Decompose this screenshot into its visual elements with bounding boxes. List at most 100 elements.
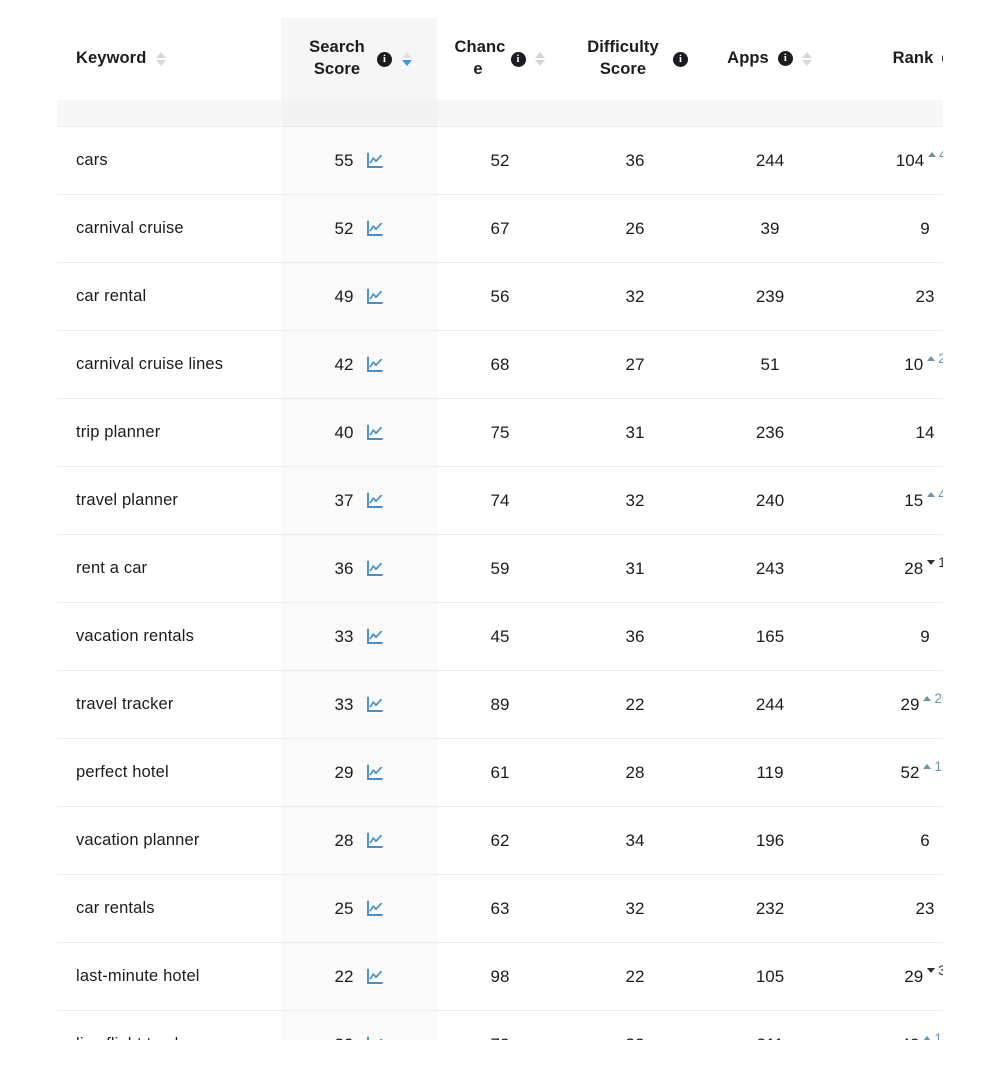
rank-value: 104 [895, 150, 925, 170]
column-header-search-score[interactable]: Search Score i [281, 18, 437, 100]
sparkline-chart-icon[interactable] [366, 356, 384, 373]
sparkline-chart-icon[interactable] [366, 220, 384, 237]
cell-keyword[interactable]: vacation planner [57, 806, 281, 875]
table-row[interactable]: perfect hotel 29 6128119 52 13 [57, 738, 943, 807]
caret-down-icon [535, 60, 545, 66]
info-icon-apps[interactable]: i [777, 51, 793, 67]
info-icon-rank[interactable]: i [942, 51, 943, 67]
search-score-value: 52 [334, 218, 354, 238]
filter-cell-apps[interactable] [707, 100, 833, 127]
sort-arrows-icon-apps[interactable] [802, 51, 813, 66]
cell-apps: 243 [707, 534, 833, 603]
table-row[interactable]: car rental 49 56 32 239 23 [57, 262, 943, 331]
cell-keyword[interactable]: trip planner [57, 398, 281, 467]
sparkline-chart-icon[interactable] [366, 900, 384, 917]
cell-keyword[interactable]: car rental [57, 262, 281, 331]
cell-rank: 10 2 [833, 330, 943, 399]
column-header-keyword[interactable]: Keyword [57, 18, 281, 100]
filter-cell-difficulty-score[interactable] [563, 100, 707, 127]
sparkline-chart-icon[interactable] [366, 424, 384, 441]
cell-search-score: 25 [281, 874, 437, 943]
cell-rank: 28 1 [833, 534, 943, 603]
sparkline-chart-icon[interactable] [366, 696, 384, 713]
cell-keyword[interactable]: cars [57, 126, 281, 195]
cell-chance: 74 [437, 466, 563, 535]
filter-cell-search-score[interactable] [281, 100, 437, 127]
info-icon-chance[interactable]: i [510, 51, 526, 67]
table-row[interactable]: live flight tracker 20 7232211 40 18 [57, 1010, 943, 1040]
search-score-value: 40 [334, 422, 354, 442]
column-header-apps[interactable]: Apps i [707, 18, 833, 100]
column-header-difficulty-score[interactable]: Difficulty Score i [563, 18, 707, 100]
cell-keyword[interactable]: live flight tracker [57, 1010, 281, 1040]
table-row[interactable]: cars 55 5236244 104 42 [57, 126, 943, 195]
sparkline-chart-icon[interactable] [366, 492, 384, 509]
rank-value: 14 [915, 422, 935, 442]
sparkline-chart-icon[interactable] [366, 628, 384, 645]
cell-difficulty: 31 [563, 534, 707, 603]
cell-keyword[interactable]: travel planner [57, 466, 281, 535]
rank-value: 23 [915, 286, 935, 306]
cell-keyword[interactable]: travel tracker [57, 670, 281, 739]
table-row[interactable]: last-minute hotel 22 98 22 105 29 3 [57, 942, 943, 1011]
sparkline-chart-icon[interactable] [366, 152, 384, 169]
cell-rank: 29 3 [833, 942, 943, 1011]
caret-up-icon [928, 151, 937, 157]
search-score-value: 33 [334, 694, 354, 714]
filter-cell-rank[interactable] [833, 100, 943, 127]
cell-chance: 68 [437, 330, 563, 399]
search-score-value: 36 [334, 558, 354, 578]
rank-delta-value: 2 [938, 350, 943, 366]
table-scroll-viewport[interactable]: Keyword Search Score i Chanc e i Difficu… [57, 18, 943, 1040]
sort-arrows-icon-chance[interactable] [535, 52, 546, 66]
cell-keyword[interactable]: last-minute hotel [57, 942, 281, 1011]
cell-search-score: 29 [281, 738, 437, 807]
keyword-table-screen: Keyword Search Score i Chanc e i Difficu… [0, 0, 1002, 1088]
table-row[interactable]: travel tracker 33 8922244 29 26 [57, 670, 943, 739]
sort-arrows-icon-search-score[interactable] [401, 52, 412, 66]
rank-value: 29 [904, 966, 924, 986]
cell-keyword[interactable]: car rentals [57, 874, 281, 943]
cell-rank: 15 4 [833, 466, 943, 535]
cell-apps: 105 [707, 942, 833, 1011]
sparkline-chart-icon[interactable] [366, 1036, 383, 1040]
sparkline-chart-icon[interactable] [366, 968, 384, 985]
cell-keyword[interactable]: carnival cruise [57, 194, 281, 263]
cell-apps: 39 [707, 194, 833, 263]
filter-cell-chance[interactable] [437, 100, 563, 127]
table-row[interactable]: carnival cruise lines 42 68 27 51 10 2 [57, 330, 943, 399]
sparkline-chart-icon[interactable] [366, 560, 384, 577]
cell-difficulty: 36 [563, 602, 707, 671]
cell-chance: 89 [437, 670, 563, 739]
rank-value: 6 [920, 830, 930, 850]
cell-keyword[interactable]: carnival cruise lines [57, 330, 281, 399]
column-header-rank[interactable]: Rank i [833, 18, 943, 100]
cell-keyword[interactable]: rent a car [57, 534, 281, 603]
table-row[interactable]: vacation planner 28 62 34 196 6 [57, 806, 943, 875]
table-row[interactable]: travel planner 37 74 32 240 15 4 [57, 466, 943, 535]
cell-difficulty: 22 [563, 942, 707, 1011]
table-row[interactable]: carnival cruise 52 67 26 39 9 [57, 194, 943, 263]
table-row[interactable]: vacation rentals 33 45 36 165 9 [57, 602, 943, 671]
sparkline-chart-icon[interactable] [366, 764, 384, 781]
column-header-chance[interactable]: Chanc e i [437, 18, 563, 100]
cell-rank: 9 [833, 602, 943, 671]
cell-keyword[interactable]: perfect hotel [57, 738, 281, 807]
cell-difficulty: 32 [563, 262, 707, 331]
caret-up-icon [923, 763, 932, 769]
table-row[interactable]: trip planner 40 75 31 236 14 [57, 398, 943, 467]
cell-rank: 40 18 [833, 1010, 943, 1040]
cell-keyword[interactable]: vacation rentals [57, 602, 281, 671]
table-row[interactable]: car rentals 25 63 32 232 23 [57, 874, 943, 943]
search-score-value: 28 [334, 830, 354, 850]
filter-cell-keyword[interactable] [57, 100, 281, 127]
cell-rank: 29 26 [833, 670, 943, 739]
sort-arrows-icon-keyword[interactable] [155, 51, 166, 66]
sparkline-chart-icon[interactable] [366, 832, 384, 849]
sparkline-chart-icon[interactable] [366, 288, 384, 305]
table-row[interactable]: rent a car 36 59 31 243 28 1 [57, 534, 943, 603]
search-score-value: 55 [334, 150, 354, 170]
info-icon-search-score[interactable]: i [377, 51, 392, 67]
info-icon-difficulty-score[interactable]: i [673, 51, 688, 67]
search-score-value: 49 [334, 286, 354, 306]
